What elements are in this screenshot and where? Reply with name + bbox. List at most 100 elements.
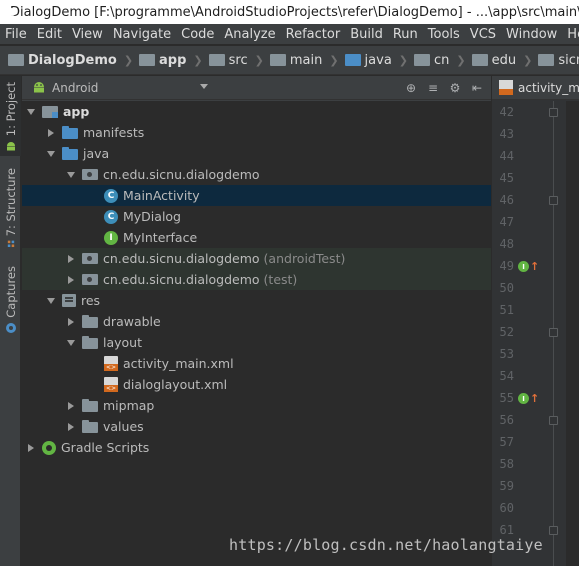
chevron-down-icon[interactable]: [200, 84, 208, 89]
chevron-right-icon[interactable]: [66, 422, 76, 432]
line-number: 55: [499, 391, 514, 405]
breadcrumb-dialogdemo[interactable]: DialogDemo ❯: [8, 53, 139, 68]
package-icon: [471, 54, 488, 66]
line-number: 51: [499, 303, 514, 317]
fold-marker[interactable]: [549, 196, 558, 205]
breadcrumb-edu[interactable]: edu ❯: [471, 53, 539, 68]
chevron-right-icon[interactable]: [46, 128, 56, 138]
interface-icon: I: [104, 230, 118, 245]
folder-icon: [82, 314, 98, 328]
chevron-down-icon[interactable]: [26, 107, 36, 117]
tree-item-package-test[interactable]: cn.edu.sicnu.dialogdemo (test): [22, 269, 491, 290]
chevron-down-icon[interactable]: [66, 170, 76, 180]
implements-method-marker[interactable]: I ↑: [518, 392, 539, 405]
folder-icon: [62, 146, 78, 160]
breadcrumb-src[interactable]: src ❯: [208, 53, 270, 68]
breadcrumb-app[interactable]: app ❯: [139, 53, 209, 68]
chevron-right-icon[interactable]: [66, 254, 76, 264]
tree-item-label: mipmap: [103, 398, 155, 413]
breadcrumb-java[interactable]: java ❯: [344, 52, 414, 68]
tree-item-suffix: (test): [263, 272, 298, 287]
implements-method-marker[interactable]: I ↑: [518, 260, 539, 273]
tree-item-java[interactable]: java: [22, 143, 491, 164]
line-number: 42: [499, 105, 514, 119]
window-title: DialogDemo [F:\programme\AndroidStudioPr…: [10, 4, 579, 20]
breadcrumb-main[interactable]: main ❯: [269, 53, 345, 68]
menu-refactor[interactable]: Refactor: [281, 27, 346, 42]
chevron-down-icon[interactable]: [46, 296, 56, 306]
chevron-down-icon[interactable]: [46, 149, 56, 159]
tab-project[interactable]: 1: Project: [0, 76, 21, 156]
menu-view[interactable]: View: [67, 27, 108, 42]
menu-tools[interactable]: Tools: [423, 27, 465, 42]
collapse-all-icon[interactable]: ≡: [425, 80, 441, 96]
tree-item-label: cn.edu.sicnu.dialogdemo: [103, 251, 260, 266]
tree-item-mipmap[interactable]: mipmap: [22, 395, 491, 416]
fold-marker[interactable]: [549, 328, 558, 337]
breadcrumb-label: java: [364, 52, 392, 68]
tree-item-app[interactable]: app: [22, 101, 491, 122]
breadcrumb-cn[interactable]: cn ❯: [414, 53, 472, 68]
folder-icon: [62, 125, 78, 139]
tab-structure[interactable]: 7: Structure: [0, 168, 21, 248]
menu-code[interactable]: Code: [176, 27, 219, 42]
menu-vcs[interactable]: VCS: [465, 27, 501, 42]
breadcrumb-sicnu[interactable]: sicnu❯: [538, 53, 579, 68]
android-icon: [6, 142, 15, 151]
folder-icon: [208, 54, 225, 66]
tree-item-package-androidtest[interactable]: cn.edu.sicnu.dialogdemo (androidTest): [22, 248, 491, 269]
menu-analyze[interactable]: Analyze: [219, 27, 280, 42]
editor-gutter: 42 43 44 45 46 47 48 49 50 51 52 53 54 55 56 57 58 59 60 61…: [492, 101, 579, 566]
fold-marker[interactable]: [549, 108, 558, 117]
menu-help[interactable]: Help: [562, 27, 579, 42]
tree-item-values[interactable]: values: [22, 416, 491, 437]
tab-project-label: 1: Project: [3, 82, 18, 137]
menu-navigate[interactable]: Navigate: [108, 27, 176, 42]
menu-run[interactable]: Run: [388, 27, 423, 42]
chevron-right-icon[interactable]: [66, 401, 76, 411]
tab-captures[interactable]: Captures: [0, 266, 21, 336]
tree-item-mainactivity[interactable]: C MainActivity: [22, 185, 491, 206]
folder-icon: [82, 335, 98, 349]
tree-item-manifests[interactable]: manifests: [22, 122, 491, 143]
line-number: 54: [499, 369, 514, 383]
chevron-right-icon: ❯: [398, 53, 409, 67]
project-view-selector[interactable]: Android: [52, 81, 98, 95]
tab-structure-label: 7: Structure: [3, 168, 18, 237]
menu-window[interactable]: Window: [501, 27, 562, 42]
tree-item-res[interactable]: res: [22, 290, 491, 311]
menu-build[interactable]: Build: [345, 27, 388, 42]
fold-marker[interactable]: [549, 416, 558, 425]
gear-icon[interactable]: ⚙: [447, 80, 463, 96]
scroll-from-source-icon[interactable]: ⊕: [403, 80, 419, 96]
interface-icon: I: [518, 261, 529, 272]
hide-panel-icon[interactable]: ⇤: [469, 80, 485, 96]
folder-icon: [82, 419, 98, 433]
fold-marker[interactable]: [549, 526, 558, 535]
tree-item-label: java: [83, 146, 110, 161]
folder-icon: [82, 398, 98, 412]
watermark: https://blog.csdn.net/haolangtaiye: [229, 536, 543, 554]
tree-item-dialoglayout-xml[interactable]: dialoglayout.xml: [22, 374, 491, 395]
chevron-right-icon[interactable]: [66, 275, 76, 285]
chevron-right-icon[interactable]: [66, 317, 76, 327]
tree-item-package-main[interactable]: cn.edu.sicnu.dialogdemo: [22, 164, 491, 185]
chevron-right-icon: ❯: [523, 53, 533, 67]
code-area[interactable]: [566, 101, 579, 566]
line-number: 58: [499, 457, 514, 471]
tree-item-drawable[interactable]: drawable: [22, 311, 491, 332]
menu-edit[interactable]: Edit: [32, 27, 67, 42]
tree-item-mydialog[interactable]: C MyDialog: [22, 206, 491, 227]
editor-tab-activity-main[interactable]: activity_main.xml: [492, 76, 579, 100]
tree-item-activity-main-xml[interactable]: activity_main.xml: [22, 353, 491, 374]
tree-item-myinterface[interactable]: I MyInterface: [22, 227, 491, 248]
breadcrumb-label: sicnu: [558, 52, 579, 68]
gradle-icon: [42, 440, 56, 455]
class-icon: C: [104, 209, 118, 224]
tree-item-gradle-scripts[interactable]: Gradle Scripts: [22, 437, 491, 458]
tree-item-layout[interactable]: layout: [22, 332, 491, 353]
chevron-down-icon[interactable]: [66, 338, 76, 348]
editor-tab-label: activity_main.xml: [518, 80, 579, 95]
chevron-right-icon[interactable]: [26, 443, 36, 453]
menu-file[interactable]: File: [0, 27, 32, 42]
